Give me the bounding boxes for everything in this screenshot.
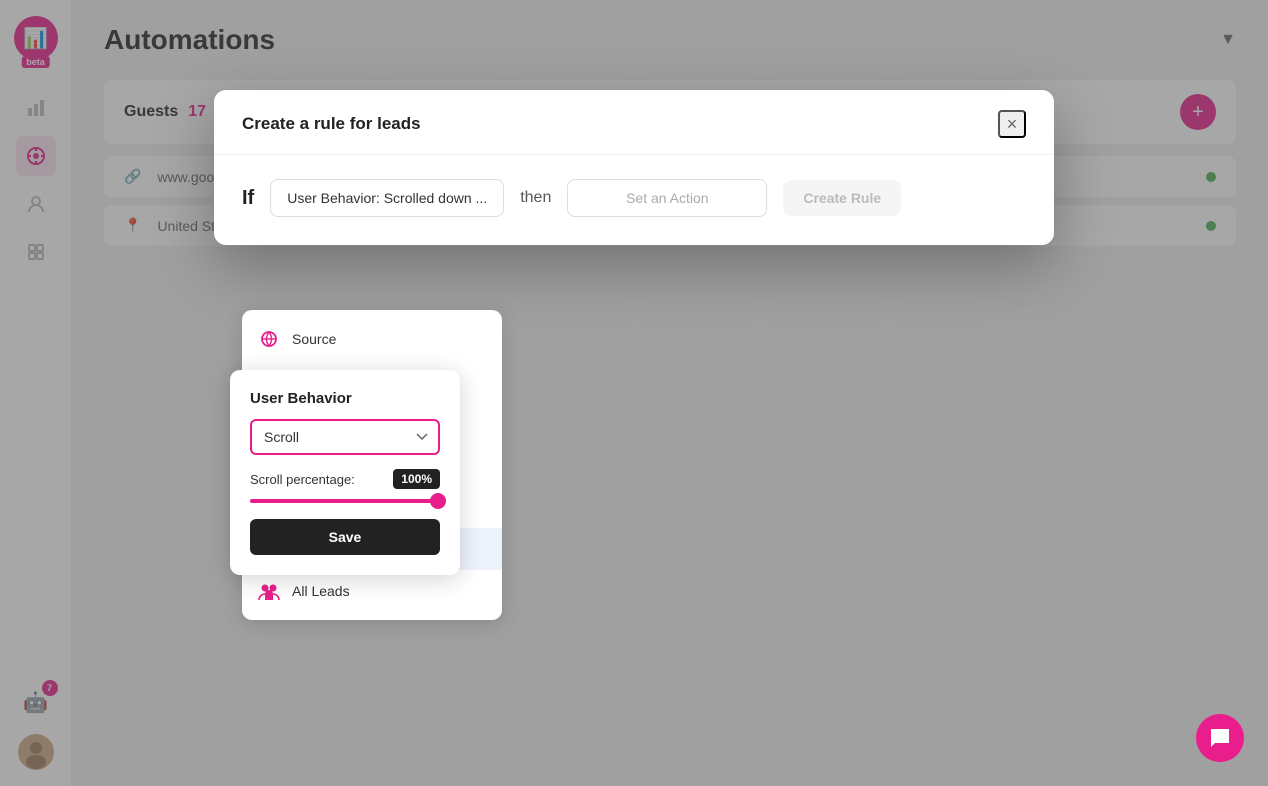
scroll-percentage-row: Scroll percentage: 100% (250, 469, 440, 489)
close-button[interactable]: × (998, 110, 1026, 138)
slider-fill (250, 499, 440, 503)
dropdown-item-source[interactable]: Source (242, 318, 502, 360)
action-button[interactable]: Set an Action (567, 179, 767, 217)
modal: Create a rule for leads × If User Behavi… (214, 90, 1054, 245)
if-label: If (242, 187, 254, 210)
all-leads-icon (258, 580, 280, 602)
dropdown-item-label: Source (292, 331, 336, 347)
scroll-pct-label: Scroll percentage: (250, 472, 355, 487)
modal-title: Create a rule for leads (242, 114, 421, 134)
behavior-title: User Behavior (250, 390, 440, 407)
chat-widget-button[interactable] (1196, 714, 1244, 762)
condition-button[interactable]: User Behavior: Scrolled down ... (270, 179, 504, 217)
slider-track (250, 499, 440, 503)
slider-thumb[interactable] (430, 493, 446, 509)
modal-header: Create a rule for leads × (214, 90, 1054, 155)
pct-badge: 100% (393, 469, 440, 489)
then-label: then (520, 189, 551, 207)
source-icon (258, 328, 280, 350)
dropdown-item-label: All Leads (292, 583, 350, 599)
dropdown-item-allleads[interactable]: All Leads (242, 570, 502, 612)
slider-container (250, 499, 440, 503)
modal-body: If User Behavior: Scrolled down ... then… (214, 155, 1054, 245)
create-rule-button[interactable]: Create Rule (783, 180, 901, 216)
behavior-popup: User Behavior Scroll Click Hover Scroll … (230, 370, 460, 575)
behavior-select[interactable]: Scroll Click Hover (250, 419, 440, 455)
save-button[interactable]: Save (250, 519, 440, 555)
